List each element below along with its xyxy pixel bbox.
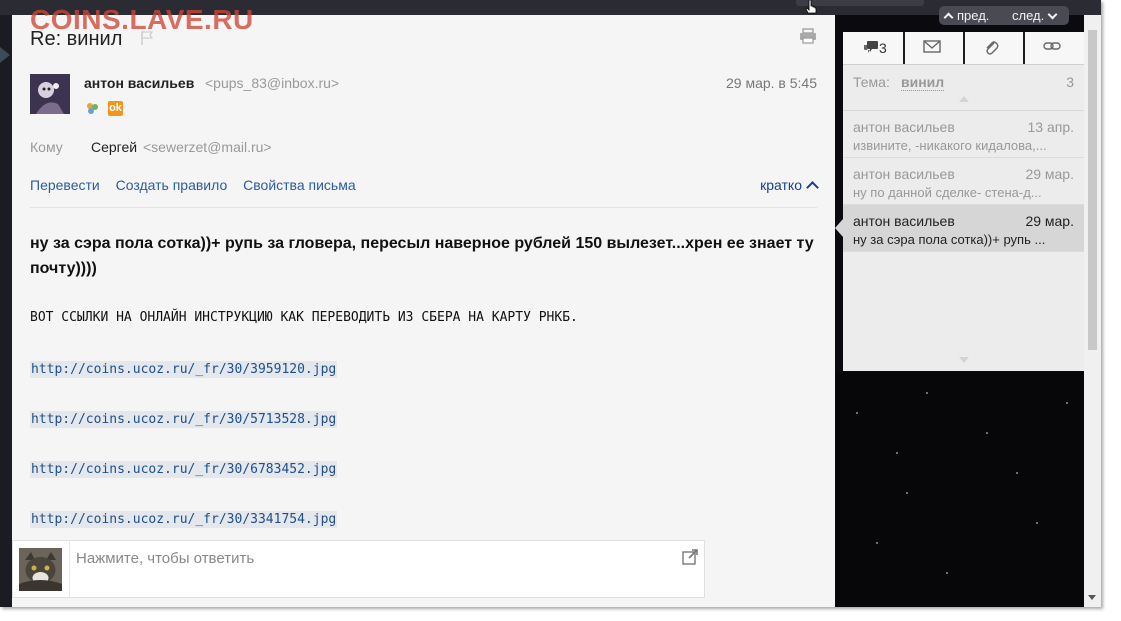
conversation-icon xyxy=(864,41,878,53)
message-caps-line: ВОТ ССЫЛКИ НА ОНЛАЙН ИНСТРУКЦИЮ КАК ПЕРЕ… xyxy=(30,310,578,325)
collapse-handle-icon[interactable] xyxy=(0,47,10,63)
message-date: 29 мар. в 5:45 xyxy=(725,75,817,91)
to-label: Кому xyxy=(30,139,63,155)
thread-item[interactable]: антон васильев 29 мар. ну по данной сдел… xyxy=(843,158,1084,205)
prev-message-button[interactable]: пред. xyxy=(943,8,989,23)
next-message-button[interactable]: след. xyxy=(1012,8,1058,23)
reply-placeholder[interactable]: Нажмите, чтобы ответить xyxy=(76,550,254,567)
sender-name[interactable]: антон васильев xyxy=(84,75,194,91)
chevron-up-icon xyxy=(943,12,954,23)
friends-icon[interactable] xyxy=(85,101,99,115)
sender-email[interactable]: <pups_83@inbox.ru> xyxy=(205,75,339,91)
theme-count: 3 xyxy=(1066,74,1074,90)
tab-mail[interactable] xyxy=(903,32,965,64)
thread-sender: антон васильев xyxy=(853,213,955,229)
create-rule-link[interactable]: Создать правило xyxy=(116,177,228,193)
thread-sender: антон васильев xyxy=(853,166,955,182)
message-actions: Перевести Создать правило Свойства письм… xyxy=(30,177,368,193)
odnoklassniki-icon[interactable]: ok xyxy=(108,101,123,116)
active-pointer xyxy=(835,219,843,237)
message-properties-link[interactable]: Свойства письма xyxy=(243,177,355,193)
tab-conversation[interactable]: 3 xyxy=(843,32,905,64)
paperclip-icon xyxy=(986,41,999,55)
message-navigation: пред. след. xyxy=(939,6,1069,25)
collapse-header-button[interactable]: кратко xyxy=(760,177,819,194)
body-link-3[interactable]: http://coins.ucoz.ru/_fr/30/6783452.jpg xyxy=(30,461,338,478)
thread-date: 29 мар. xyxy=(1025,213,1074,229)
theme-label: Тема: xyxy=(853,74,890,90)
thread-item[interactable]: антон васильев 13 апр. извините, -никако… xyxy=(843,111,1084,158)
expand-editor-icon[interactable] xyxy=(682,549,698,565)
thread-sidebar: 3 Тема: винил 3 антон васильев 13 апр. и… xyxy=(835,32,1084,371)
message-pane: Re: винил антон васильев <pups_83@inbox.… xyxy=(12,15,835,607)
body-link-2[interactable]: http://coins.ucoz.ru/_fr/30/5713528.jpg xyxy=(30,411,338,428)
reply-separator xyxy=(69,541,70,597)
thread-sender: антон васильев xyxy=(853,119,955,135)
thread-date: 29 мар. xyxy=(1025,166,1074,182)
app-window: Re: винил антон васильев <pups_83@inbox.… xyxy=(0,0,1101,607)
body-link-4[interactable]: http://coins.ucoz.ru/_fr/30/3341754.jpg xyxy=(30,511,338,528)
tab-links[interactable] xyxy=(1023,32,1083,64)
message-body-text: ну за сэра пола сотка))+ рупь за гловера… xyxy=(30,235,814,277)
page-scrollbar[interactable] xyxy=(1084,15,1101,607)
background-starfield xyxy=(836,372,1084,607)
scroll-down-icon[interactable] xyxy=(959,357,969,363)
tab-attachments[interactable] xyxy=(963,32,1025,64)
print-icon[interactable] xyxy=(799,28,817,44)
collapse-label: кратко xyxy=(760,177,802,193)
theme-value[interactable]: винил xyxy=(901,74,945,91)
hand-cursor-icon xyxy=(805,0,817,14)
sidebar-tabs: 3 xyxy=(843,32,1084,65)
thread-item-active[interactable]: антон васильев 29 мар. ну за сэра пола с… xyxy=(835,205,1084,252)
conversation-count: 3 xyxy=(879,40,887,56)
thread-snippet: ну за сэра пола сотка))+ рупь ... xyxy=(853,232,1046,247)
user-avatar xyxy=(19,548,62,591)
watermark: COINS.LAVE.RU xyxy=(30,4,254,35)
scroll-up-icon[interactable] xyxy=(959,96,969,102)
envelope-icon xyxy=(923,40,941,53)
quick-reply-box[interactable]: Нажмите, чтобы ответить xyxy=(12,540,705,598)
scroll-down-arrow-icon[interactable] xyxy=(1088,595,1096,600)
chevron-up-icon xyxy=(806,181,819,194)
link-icon xyxy=(1043,42,1061,50)
scrollbar-thumb[interactable] xyxy=(1088,30,1097,350)
left-panel-edge xyxy=(0,15,12,607)
recipient-email[interactable]: <sewerzet@mail.ru> xyxy=(143,139,272,155)
thread-snippet: извините, -никакого кидалова,... xyxy=(853,138,1047,153)
sender-avatar[interactable] xyxy=(30,74,70,114)
chevron-down-icon xyxy=(1047,9,1058,20)
thread-date: 13 апр. xyxy=(1027,119,1074,135)
recipient-name[interactable]: Сергей xyxy=(91,139,137,155)
body-link-1[interactable]: http://coins.ucoz.ru/_fr/30/3959120.jpg xyxy=(30,361,338,378)
header-divider xyxy=(30,207,817,208)
thread-snippet: ну по данной сделке- стена-д... xyxy=(853,185,1042,200)
translate-link[interactable]: Перевести xyxy=(30,177,100,193)
